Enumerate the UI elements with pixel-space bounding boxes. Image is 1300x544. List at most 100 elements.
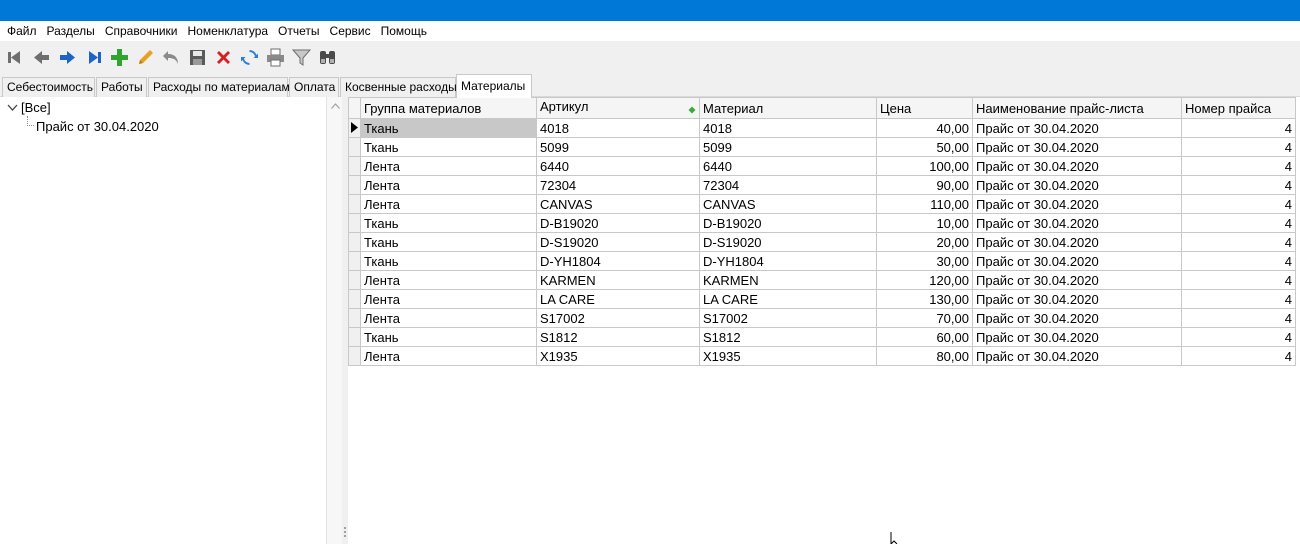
grid-cell[interactable]: Ткань — [360, 232, 537, 252]
first-record-button[interactable] — [4, 46, 27, 69]
grid-cell[interactable]: Прайс от 30.04.2020 — [972, 270, 1182, 290]
grid-cell[interactable]: Ткань — [360, 251, 537, 271]
grid-cell[interactable]: D-S19020 — [699, 232, 877, 252]
grid-cell[interactable]: 130,00 — [876, 289, 973, 309]
tree-vertical-scrollbar[interactable] — [326, 97, 342, 544]
grid-cell[interactable]: S1812 — [536, 327, 700, 347]
grid-cell[interactable]: D-YH1804 — [699, 251, 877, 271]
grid-cell[interactable]: Прайс от 30.04.2020 — [972, 118, 1182, 138]
scroll-up-icon[interactable] — [327, 99, 343, 113]
undo-button[interactable] — [160, 46, 183, 69]
column-header-price[interactable]: Цена — [876, 97, 973, 119]
menu-service[interactable]: Сервис — [325, 21, 376, 41]
row-indicator[interactable] — [348, 175, 361, 195]
grid-cell[interactable]: 4018 — [536, 118, 700, 138]
grid-cell[interactable]: LA CARE — [536, 289, 700, 309]
save-button[interactable] — [186, 46, 209, 69]
grid-cell[interactable]: D-B19020 — [699, 213, 877, 233]
chevron-down-icon[interactable] — [6, 101, 18, 113]
grid-cell[interactable]: Прайс от 30.04.2020 — [972, 213, 1182, 233]
table-row[interactable]: Лента CANVAS CANVAS 110,00 Прайс от 30.04.20… — [348, 194, 1296, 214]
grid-cell[interactable]: 4 — [1181, 308, 1296, 328]
tab-material-expenses[interactable]: Расходы по материалам — [148, 77, 290, 97]
table-row[interactable]: Ткань 4018 4018 40,00 Прайс от 30.04.2020 4 — [348, 118, 1296, 138]
menu-nomenclature[interactable]: Номенклатура — [183, 21, 274, 41]
tree-node-root[interactable]: [Все] — [6, 98, 51, 116]
tab-indirect-expenses[interactable]: Косвенные расходы — [340, 77, 457, 97]
table-row[interactable]: Лента X1935 X1935 80,00 Прайс от 30.04.2020 4 — [348, 346, 1296, 366]
grid-cell[interactable]: 4 — [1181, 194, 1296, 214]
grid-cell[interactable]: 70,00 — [876, 308, 973, 328]
grid-cell[interactable]: Лента — [360, 175, 537, 195]
grid-cell[interactable]: S1812 — [699, 327, 877, 347]
grid-cell[interactable]: 10,00 — [876, 213, 973, 233]
grid-cell[interactable]: 40,00 — [876, 118, 973, 138]
grid-cell[interactable]: Прайс от 30.04.2020 — [972, 137, 1182, 157]
grid-cell[interactable]: Прайс от 30.04.2020 — [972, 251, 1182, 271]
grid-cell[interactable]: Прайс от 30.04.2020 — [972, 327, 1182, 347]
grid-cell[interactable]: Ткань — [360, 137, 537, 157]
grid-cell[interactable]: Лента — [360, 194, 537, 214]
row-indicator[interactable] — [348, 194, 361, 214]
grid-cell[interactable]: 5099 — [536, 137, 700, 157]
grid-cell[interactable]: 4 — [1181, 175, 1296, 195]
print-button[interactable] — [264, 46, 287, 69]
grid-cell[interactable]: 50,00 — [876, 137, 973, 157]
grid-cell[interactable]: 72304 — [536, 175, 700, 195]
menu-references[interactable]: Справочники — [100, 21, 183, 41]
last-record-button[interactable] — [82, 46, 105, 69]
table-row[interactable]: Лента LA CARE LA CARE 130,00 Прайс от 30.04.… — [348, 289, 1296, 309]
add-button[interactable] — [108, 46, 131, 69]
table-row[interactable]: Ткань D-B19020 D-B19020 10,00 Прайс от 30.04… — [348, 213, 1296, 233]
grid-cell[interactable]: 120,00 — [876, 270, 973, 290]
tab-works[interactable]: Работы — [96, 77, 147, 97]
column-header-material-group[interactable]: Группа материалов — [360, 97, 537, 119]
grid-cell[interactable]: 4018 — [699, 118, 877, 138]
row-indicator[interactable] — [348, 346, 361, 366]
grid-cell[interactable]: CANVAS — [699, 194, 877, 214]
row-indicator[interactable] — [348, 308, 361, 328]
grid-cell[interactable]: X1935 — [536, 346, 700, 366]
tab-payment[interactable]: Оплата — [289, 77, 339, 97]
find-button[interactable] — [316, 46, 339, 69]
next-record-button[interactable] — [56, 46, 79, 69]
table-row[interactable]: Ткань D-YH1804 D-YH1804 30,00 Прайс от 30.04… — [348, 251, 1296, 271]
grid-cell[interactable]: Прайс от 30.04.2020 — [972, 289, 1182, 309]
grid-cell[interactable]: Прайс от 30.04.2020 — [972, 232, 1182, 252]
menu-file[interactable]: Файл — [2, 21, 42, 41]
grid-cell[interactable]: 100,00 — [876, 156, 973, 176]
refresh-button[interactable] — [238, 46, 261, 69]
table-row[interactable]: Ткань S1812 S1812 60,00 Прайс от 30.04.2020 4 — [348, 327, 1296, 347]
row-indicator[interactable] — [348, 137, 361, 157]
grid-cell[interactable]: 4 — [1181, 137, 1296, 157]
table-row[interactable]: Ткань D-S19020 D-S19020 20,00 Прайс от 30.04… — [348, 232, 1296, 252]
grid-cell[interactable]: 4 — [1181, 251, 1296, 271]
table-row[interactable]: Ткань 5099 5099 50,00 Прайс от 30.04.2020 4 — [348, 137, 1296, 157]
grid-cell[interactable]: 4 — [1181, 232, 1296, 252]
grid-cell[interactable]: S17002 — [536, 308, 700, 328]
table-row[interactable]: Лента S17002 S17002 70,00 Прайс от 30.04.202… — [348, 308, 1296, 328]
grid-cell[interactable]: 72304 — [699, 175, 877, 195]
row-indicator[interactable] — [348, 327, 361, 347]
prev-record-button[interactable] — [30, 46, 53, 69]
grid-cell[interactable]: X1935 — [699, 346, 877, 366]
tree-node-price-list[interactable]: Прайс от 30.04.2020 — [36, 117, 159, 135]
edit-button[interactable] — [134, 46, 157, 69]
grid-cell[interactable]: 4 — [1181, 327, 1296, 347]
grid-cell[interactable]: LA CARE — [699, 289, 877, 309]
tab-materials[interactable]: Материалы — [456, 74, 532, 98]
table-row[interactable]: Лента 72304 72304 90,00 Прайс от 30.04.2020 4 — [348, 175, 1296, 195]
grid-cell[interactable]: 6440 — [536, 156, 700, 176]
delete-button[interactable] — [212, 46, 235, 69]
grid-cell[interactable]: 4 — [1181, 346, 1296, 366]
grid-cell[interactable]: KARMEN — [699, 270, 877, 290]
grid-cell[interactable]: 5099 — [699, 137, 877, 157]
table-row[interactable]: Лента 6440 6440 100,00 Прайс от 30.04.2020 4 — [348, 156, 1296, 176]
row-indicator[interactable] — [348, 289, 361, 309]
grid-cell[interactable]: CANVAS — [536, 194, 700, 214]
grid-cell[interactable]: KARMEN — [536, 270, 700, 290]
grid-cell[interactable]: 80,00 — [876, 346, 973, 366]
window-title-bar[interactable] — [0, 0, 1300, 21]
column-header-price-list-name[interactable]: Наименование прайс-листа — [972, 97, 1182, 119]
grid-cell[interactable]: D-YH1804 — [536, 251, 700, 271]
